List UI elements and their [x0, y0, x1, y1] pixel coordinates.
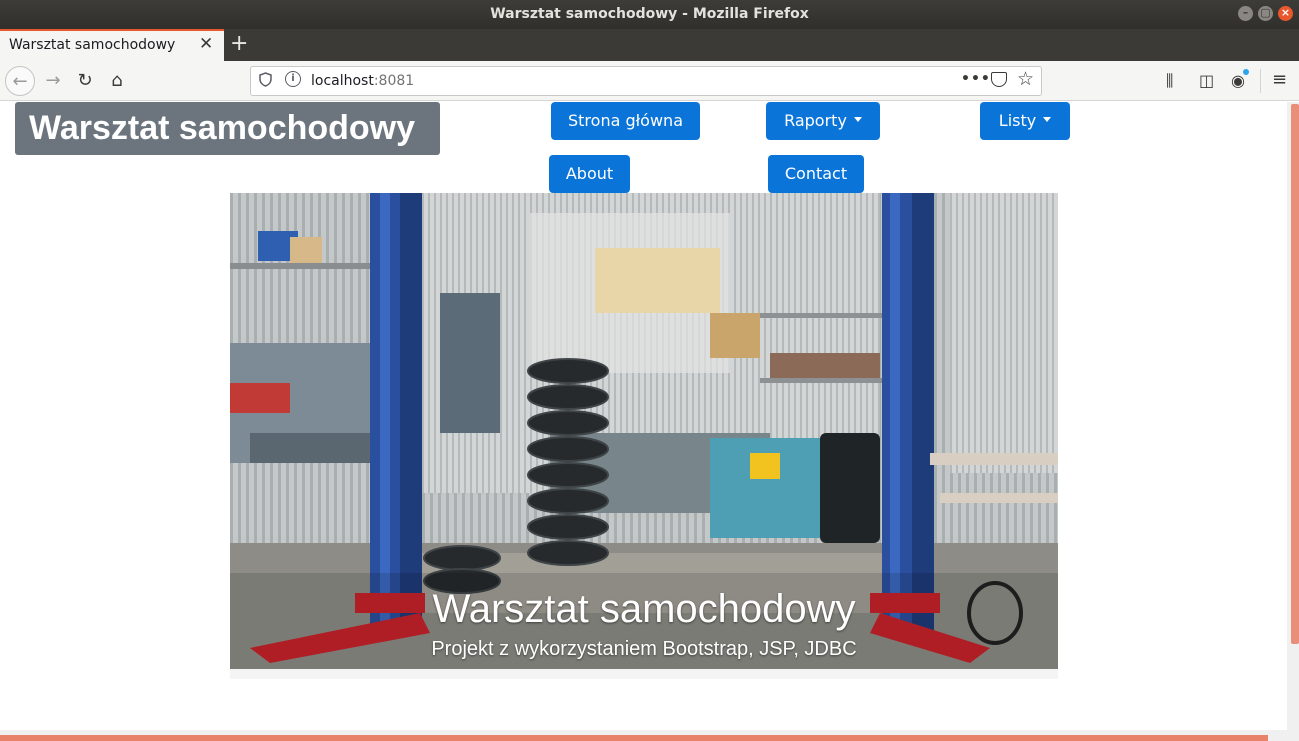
- close-icon: ×: [1280, 6, 1291, 19]
- nav-lists-dropdown[interactable]: Listy: [980, 102, 1070, 140]
- nav-home-button[interactable]: Strona główna: [551, 102, 700, 140]
- caret-down-icon: [853, 117, 862, 122]
- reload-icon[interactable]: ↻: [70, 66, 100, 96]
- notification-dot: [1243, 69, 1249, 75]
- maximize-icon: ▢: [1260, 6, 1271, 19]
- nav-reports-label: Raporty: [784, 111, 847, 130]
- nav-reports-dropdown[interactable]: Raporty: [766, 102, 880, 140]
- url-text[interactable]: localhost:8081: [311, 73, 414, 89]
- new-tab-button[interactable]: +: [230, 30, 248, 58]
- hero-divider: [230, 669, 1058, 679]
- tab-label: Warsztat samochodowy: [9, 37, 176, 53]
- url-port: :8081: [373, 73, 415, 89]
- tab-strip: Warsztat samochodowy ✕ +: [0, 29, 1299, 61]
- shield-icon[interactable]: [259, 72, 272, 91]
- url-bar[interactable]: i localhost:8081 ••• ☆: [250, 66, 1042, 96]
- minimize-button[interactable]: –: [1238, 6, 1253, 21]
- more-icon[interactable]: •••: [961, 71, 991, 87]
- nav-home-label: Strona główna: [568, 111, 683, 130]
- pocket-icon[interactable]: [991, 72, 1007, 87]
- tab-warsztat[interactable]: Warsztat samochodowy ✕: [0, 29, 224, 61]
- horizontal-scroll-thumb[interactable]: [0, 735, 1268, 741]
- hero-subtitle: Projekt z wykorzystaniem Bootstrap, JSP,…: [431, 638, 857, 660]
- toolbar-separator: [1260, 69, 1261, 93]
- maximize-button[interactable]: ▢: [1258, 6, 1273, 21]
- hero-carousel-image: Warsztat samochodowy Projekt z wykorzyst…: [230, 193, 1058, 669]
- caret-down-icon: [1043, 117, 1052, 122]
- nav-lists-label: Listy: [998, 111, 1037, 130]
- navigation-toolbar: ← → ↻ ⌂ i localhost:8081 ••• ☆ ⫼ ◫ ◉ ≡: [0, 61, 1299, 101]
- library-icon[interactable]: ⫼: [1166, 71, 1173, 91]
- nav-about-label: About: [565, 164, 614, 183]
- tab-close-icon[interactable]: ✕: [199, 34, 213, 54]
- brand-title[interactable]: Warsztat samochodowy: [15, 102, 440, 155]
- menu-icon[interactable]: ≡: [1272, 69, 1287, 90]
- hero-title: Warsztat samochodowy: [432, 587, 856, 631]
- sidebar-icon[interactable]: ◫: [1199, 71, 1214, 90]
- info-icon[interactable]: i: [285, 71, 301, 87]
- minimize-icon: –: [1242, 6, 1249, 19]
- url-host: localhost: [311, 73, 374, 89]
- window-titlebar: Warsztat samochodowy - Mozilla Firefox –…: [0, 0, 1299, 29]
- star-icon[interactable]: ☆: [1017, 68, 1034, 90]
- back-icon[interactable]: ←: [5, 66, 35, 96]
- horizontal-scrollbar[interactable]: [0, 730, 1299, 741]
- nav-contact-label: Contact: [784, 164, 848, 183]
- page-content: Warsztat samochodowy Strona główna Rapor…: [0, 102, 1287, 730]
- window-title: Warsztat samochodowy - Mozilla Firefox: [490, 6, 809, 22]
- nav-contact-button[interactable]: Contact: [768, 155, 864, 193]
- nav-about-button[interactable]: About: [549, 155, 630, 193]
- vertical-scrollbar[interactable]: [1287, 102, 1299, 730]
- forward-icon[interactable]: →: [38, 66, 68, 96]
- home-icon[interactable]: ⌂: [102, 66, 132, 96]
- close-window-button[interactable]: ×: [1278, 6, 1293, 21]
- vertical-scroll-thumb[interactable]: [1291, 104, 1299, 644]
